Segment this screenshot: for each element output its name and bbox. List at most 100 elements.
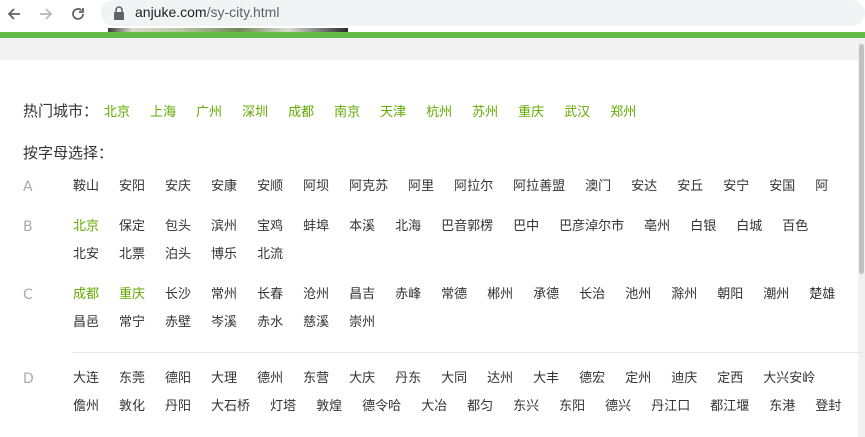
city-link[interactable]: 成都 [73,287,99,302]
city-link[interactable]: 丹阳 [165,399,191,414]
city-link[interactable]: 郴州 [487,287,513,302]
forward-button[interactable] [35,3,57,25]
city-link[interactable]: 崇州 [349,315,375,330]
city-link[interactable]: 岑溪 [211,315,237,330]
city-link[interactable]: 北票 [119,247,145,262]
city-link[interactable]: 滁州 [671,287,697,302]
city-link[interactable]: 巴彦淖尔市 [559,219,624,234]
city-link[interactable]: 宝鸡 [257,219,283,234]
back-button[interactable] [3,3,25,25]
city-link[interactable]: 潮州 [763,287,789,302]
city-link[interactable]: 大连 [73,371,99,386]
city-link[interactable]: 赤水 [257,315,283,330]
city-link[interactable]: 朝阳 [717,287,743,302]
city-link[interactable]: 昌吉 [349,287,375,302]
hot-city-link[interactable]: 广州 [196,105,222,120]
hot-city-link[interactable]: 武汉 [564,105,590,120]
city-link[interactable]: 巴中 [513,219,539,234]
city-link[interactable]: 包头 [165,219,191,234]
city-link[interactable]: 阿 [815,179,828,194]
city-link[interactable]: 阿里 [408,179,434,194]
city-link[interactable]: 白银 [690,219,716,234]
city-link[interactable]: 安康 [211,179,237,194]
city-link[interactable]: 安宁 [723,179,749,194]
city-link[interactable]: 东莞 [119,371,145,386]
city-link[interactable]: 巴音郭楞 [441,219,493,234]
city-link[interactable]: 赤壁 [165,315,191,330]
city-link[interactable]: 阿拉尔 [454,179,493,194]
city-link[interactable]: 迪庆 [671,371,697,386]
city-link[interactable]: 滨州 [211,219,237,234]
city-link[interactable]: 本溪 [349,219,375,234]
city-link[interactable]: 蚌埠 [303,219,329,234]
city-link[interactable]: 博乐 [211,247,237,262]
city-link[interactable]: 长治 [579,287,605,302]
hot-city-link[interactable]: 南京 [334,105,360,120]
city-link[interactable]: 东营 [303,371,329,386]
city-link[interactable]: 大丰 [533,371,559,386]
city-link[interactable]: 安顺 [257,179,283,194]
hot-city-link[interactable]: 天津 [380,105,406,120]
city-link[interactable]: 阿坝 [303,179,329,194]
city-link[interactable]: 楚雄 [809,287,835,302]
hot-city-link[interactable]: 成都 [288,105,314,120]
hot-city-link[interactable]: 郑州 [610,105,636,120]
city-link[interactable]: 北京 [73,219,99,234]
hot-city-link[interactable]: 北京 [104,105,130,120]
city-link[interactable]: 丹江口 [651,399,690,414]
city-link[interactable]: 大冶 [421,399,447,414]
city-link[interactable]: 北海 [395,219,421,234]
city-link[interactable]: 大兴安岭 [763,371,815,386]
city-link[interactable]: 鞍山 [73,179,99,194]
city-link[interactable]: 泊头 [165,247,191,262]
city-link[interactable]: 敦煌 [316,399,342,414]
city-link[interactable]: 儋州 [73,399,99,414]
city-link[interactable]: 德宏 [579,371,605,386]
city-link[interactable]: 保定 [119,219,145,234]
city-link[interactable]: 池州 [625,287,651,302]
city-link[interactable]: 安达 [631,179,657,194]
city-link[interactable]: 亳州 [644,219,670,234]
city-link[interactable]: 昌邑 [73,315,99,330]
city-link[interactable]: 北安 [73,247,99,262]
city-link[interactable]: 定州 [625,371,651,386]
city-link[interactable]: 德州 [257,371,283,386]
city-link[interactable]: 安国 [769,179,795,194]
city-link[interactable]: 德阳 [165,371,191,386]
city-link[interactable]: 东港 [769,399,795,414]
city-link[interactable]: 都江堰 [710,399,749,414]
city-link[interactable]: 安丘 [677,179,703,194]
city-link[interactable]: 东兴 [513,399,539,414]
city-link[interactable]: 北流 [257,247,283,262]
city-link[interactable]: 德兴 [605,399,631,414]
city-link[interactable]: 常宁 [119,315,145,330]
city-link[interactable]: 澳门 [585,179,611,194]
city-link[interactable]: 大石桥 [211,399,250,414]
city-link[interactable]: 都匀 [467,399,493,414]
city-link[interactable]: 阿拉善盟 [513,179,565,194]
city-link[interactable]: 敦化 [119,399,145,414]
city-link[interactable]: 白城 [736,219,762,234]
hot-city-link[interactable]: 深圳 [242,105,268,120]
hot-city-link[interactable]: 杭州 [426,105,452,120]
address-bar[interactable]: anjuke.com/sy-city.html [101,0,865,26]
city-link[interactable]: 承德 [533,287,559,302]
city-link[interactable]: 达州 [487,371,513,386]
city-link[interactable]: 阿克苏 [349,179,388,194]
city-link[interactable]: 德令哈 [362,399,401,414]
city-link[interactable]: 百色 [782,219,808,234]
city-link[interactable]: 重庆 [119,287,145,302]
city-link[interactable]: 灯塔 [270,399,296,414]
city-link[interactable]: 安阳 [119,179,145,194]
city-link[interactable]: 沧州 [303,287,329,302]
city-link[interactable]: 登封 [815,399,841,414]
city-link[interactable]: 常德 [441,287,467,302]
city-link[interactable]: 大同 [441,371,467,386]
city-link[interactable]: 大庆 [349,371,375,386]
reload-button[interactable] [67,3,89,25]
city-link[interactable]: 长沙 [165,287,191,302]
city-link[interactable]: 丹东 [395,371,421,386]
city-link[interactable]: 大理 [211,371,237,386]
hot-city-link[interactable]: 苏州 [472,105,498,120]
city-link[interactable]: 慈溪 [303,315,329,330]
